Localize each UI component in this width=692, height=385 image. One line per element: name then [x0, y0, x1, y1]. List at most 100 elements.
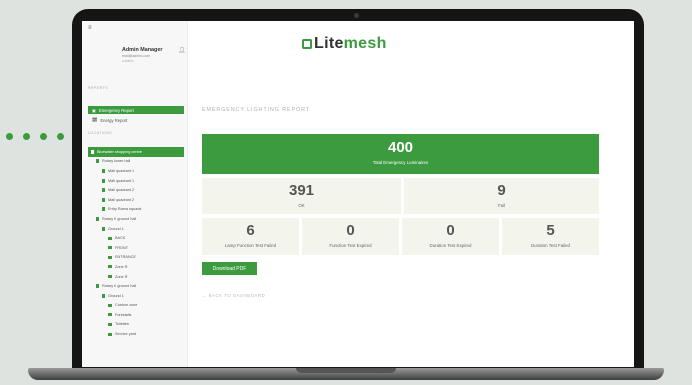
back-to-dashboard-link[interactable]: ← BACK TO DASHBOARD	[202, 293, 265, 298]
app-logo: Litemesh	[302, 35, 387, 53]
floor-icon	[96, 284, 99, 289]
tree-item-label: Rotary II ground hall	[102, 216, 137, 221]
report-icon: ▣	[92, 107, 96, 113]
tree-item-label: Rotary lower hall	[102, 159, 131, 164]
tree-item[interactable]: Zone R	[88, 262, 184, 272]
tree-item[interactable]: Entry Rama squads	[88, 205, 184, 215]
tree-item[interactable]: Custom zone	[88, 301, 184, 311]
logo-text-accent: mesh	[343, 35, 387, 52]
tree-item-label: Mall quadrant 2	[108, 197, 135, 202]
dot	[57, 133, 64, 140]
luminaire-icon	[108, 265, 112, 269]
logo-mark-icon	[302, 39, 312, 49]
duration-expired-value: 0	[446, 222, 455, 239]
sidebar-item-label: Emergency Report	[98, 107, 134, 113]
lamp-failed-label: Lamp Function Test Failed	[224, 243, 277, 248]
laptop-notch	[296, 368, 396, 373]
tree-item[interactable]: Mall quadrant 2	[88, 185, 184, 195]
reports-section-label: REPORTS	[88, 86, 109, 90]
ok-card: 391 OK	[202, 178, 401, 214]
tree-item[interactable]: Ground 1	[88, 224, 184, 234]
menu-icon[interactable]: ≡	[88, 25, 92, 31]
tree-item[interactable]: Ground 1	[88, 291, 184, 301]
luminaire-icon	[108, 303, 112, 307]
sidebar-item-emergency-report[interactable]: ▣ Emergency Report	[88, 106, 184, 114]
user-profile: Admin Manager mail@admin.com a Admin	[122, 47, 186, 63]
duration-failed-value: 5	[546, 222, 555, 239]
tree-item[interactable]: Mall quadrant 1	[88, 166, 184, 176]
luminaire-icon	[108, 322, 112, 326]
luminaire-icon	[108, 255, 112, 259]
profile-role: a Admin	[122, 59, 134, 63]
total-luminaires-card: 400 Total Emergency Luminaires	[202, 134, 599, 174]
tree-item-label: Toilettes	[115, 322, 129, 327]
luminaire-icon	[108, 236, 112, 240]
logo-text: Lite	[314, 35, 344, 52]
tree-item[interactable]: Rotary lower hall	[88, 157, 184, 167]
floor-icon	[96, 159, 99, 164]
tree-item[interactable]: Zone R	[88, 272, 184, 282]
zone-icon	[102, 178, 105, 183]
luminaire-icon	[108, 313, 112, 317]
tree-item[interactable]: FRONT	[88, 243, 184, 253]
location-tree: Bluewater shopping centre Rotary lower h…	[88, 147, 184, 339]
tree-item[interactable]: BACK	[88, 233, 184, 243]
dot	[6, 133, 13, 140]
decorative-dots	[6, 133, 81, 140]
tree-item[interactable]: Rotary II ground hall	[88, 281, 184, 291]
tree-item-label: Service yard	[115, 332, 137, 337]
profile-email: mail@admin.com	[122, 54, 150, 58]
duration-failed-label: Duration Test Failed	[531, 243, 570, 248]
zone-icon	[102, 197, 105, 202]
tree-item[interactable]: Service yard	[88, 329, 184, 339]
luminaire-icon	[108, 246, 112, 250]
page-title: EMERGENCY LIGHTING REPORT	[202, 107, 310, 113]
total-value: 400	[387, 139, 414, 156]
tree-item-label: FRONT	[115, 245, 129, 250]
fail-card: 9 Fail	[404, 178, 599, 214]
tree-item[interactable]: Toilettes	[88, 320, 184, 330]
camera-icon	[354, 13, 359, 18]
dot	[40, 133, 47, 140]
tree-item[interactable]: Mall quadrant 1	[88, 176, 184, 186]
lamp-test-failed-card: 6 Lamp Function Test Failed	[202, 218, 299, 255]
zone-icon	[102, 168, 105, 173]
sidebar-item-energy-report[interactable]: 📈︎ Energy Report	[88, 116, 184, 124]
ok-value: 391	[288, 182, 315, 199]
locations-section-label: LOCATIONS	[88, 131, 113, 135]
zone-icon	[102, 226, 105, 231]
tree-item-label: Bluewater shopping centre	[97, 149, 142, 154]
fail-label: Fail	[497, 203, 506, 208]
tree-item-label: BACK	[115, 236, 126, 241]
tree-item[interactable]: Rotary II ground hall	[88, 214, 184, 224]
zone-icon	[102, 293, 105, 298]
tree-item-label: Entry Rama squads	[108, 207, 142, 212]
tree-item-label: Custom zone	[115, 303, 138, 308]
tree-item[interactable]: Mall quadrant 2	[88, 195, 184, 205]
tree-item[interactable]: ENTRANCE	[88, 253, 184, 263]
tree-item-label: Forestalls	[115, 312, 132, 317]
duration-expired-card: 0 Duration Test Expired	[402, 218, 499, 255]
dot	[23, 133, 30, 140]
luminaire-icon	[108, 275, 112, 279]
ok-label: OK	[298, 203, 305, 208]
download-pdf-button[interactable]: Download PDF	[202, 262, 257, 275]
tree-item-label: Zone R	[115, 274, 128, 279]
function-expired-card: 0 Function Test Expired	[302, 218, 399, 255]
tree-item-label: Mall quadrant 2	[108, 188, 135, 193]
tree-item[interactable]: Forestalls	[88, 310, 184, 320]
zone-icon	[102, 207, 105, 212]
building-icon	[91, 149, 94, 154]
user-icon[interactable]: 👤︎	[178, 47, 186, 54]
lamp-failed-value: 6	[246, 222, 255, 239]
tree-item-label: Mall quadrant 1	[108, 178, 135, 183]
tree-item-label: Rotary II ground hall	[102, 284, 137, 289]
tree-item[interactable]: Bluewater shopping centre	[88, 147, 184, 157]
tree-item-label: ENTRANCE	[115, 255, 136, 260]
sidebar-item-label: Energy Report	[100, 117, 128, 123]
tree-item-label: Ground 1	[108, 226, 124, 231]
duration-failed-card: 5 Duration Test Failed	[502, 218, 599, 255]
sidebar: ≡ Admin Manager mail@admin.com a Admin 👤…	[82, 21, 188, 367]
function-expired-label: Function Test Expired	[329, 243, 372, 248]
app-screen: ≡ Admin Manager mail@admin.com a Admin 👤…	[82, 21, 634, 367]
